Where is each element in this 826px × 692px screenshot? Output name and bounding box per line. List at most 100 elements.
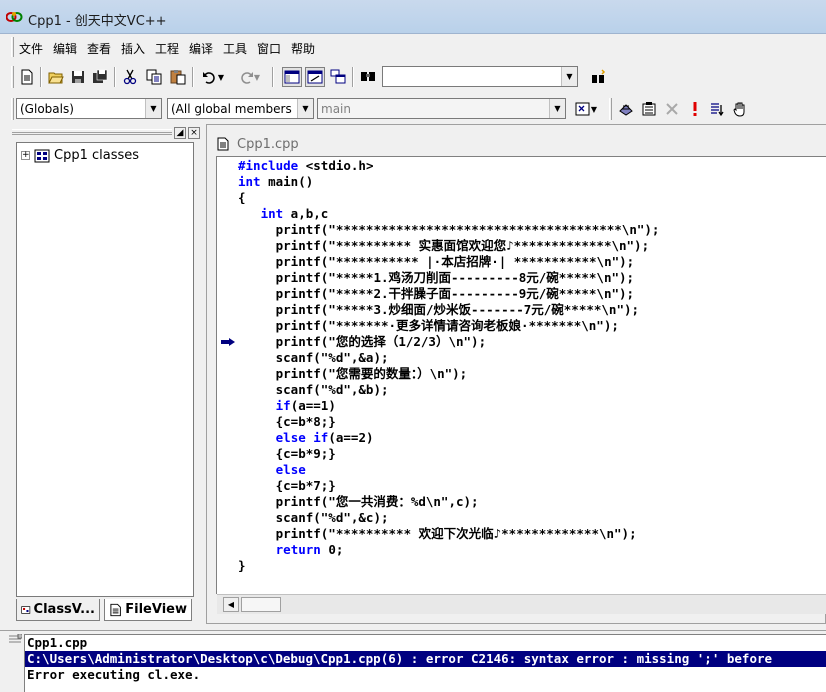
save-button[interactable] [68, 67, 88, 87]
output-window-icon [307, 70, 323, 84]
close-icon: × [190, 128, 198, 138]
scissors-icon [123, 69, 137, 85]
find-combo-dropdown[interactable]: ▼ [561, 67, 577, 86]
paste-clipboard-icon [170, 70, 186, 85]
workspace-header: ◢ × [8, 126, 200, 140]
code-line: scanf("%d",&c); [238, 510, 389, 525]
output-line-selected[interactable]: C:\Users\Administrator\Desktop\c\Debug\C… [25, 651, 826, 667]
undo-button[interactable]: ▼ [198, 67, 228, 87]
workspace-maximize-button[interactable]: ◢ [174, 127, 186, 139]
copy-button[interactable] [144, 67, 164, 87]
find-in-files-button[interactable] [358, 67, 378, 87]
find-button[interactable] [588, 67, 608, 87]
compile-button[interactable] [616, 99, 636, 119]
new-file-icon [21, 69, 33, 85]
class-view-icon [21, 605, 31, 614]
menu-insert[interactable]: 插入 [121, 40, 145, 57]
redo-arrow-icon [241, 72, 253, 84]
tab-classview-label: ClassV... [33, 602, 95, 617]
output-text[interactable]: Cpp1.cpp C:\Users\Administrator\Desktop\c… [24, 634, 826, 692]
scope-combo[interactable]: (Globals) ▼ [16, 98, 162, 119]
build-icon [642, 102, 656, 116]
go-button[interactable] [707, 99, 727, 119]
code-line: {c=b*8;} [238, 414, 336, 429]
new-file-button[interactable] [17, 67, 37, 87]
menu-tools[interactable]: 工具 [223, 40, 247, 57]
find-in-files-icon [361, 72, 375, 81]
code-line: printf("*********** |·本店招牌·| ***********… [238, 254, 635, 269]
workspace-grip[interactable] [12, 129, 172, 135]
code-line: printf("您一共消费：%d\n",c); [238, 494, 479, 509]
editor-window: Cpp1.cpp #include <stdio.h> int main(){ i… [206, 124, 826, 624]
code-line: scanf("%d",&b); [238, 382, 389, 397]
tab-classview[interactable]: ClassV... [16, 599, 100, 621]
cut-button[interactable] [120, 67, 140, 87]
breakpoint-button[interactable] [730, 99, 750, 119]
tab-fileview[interactable]: FileView [104, 599, 192, 621]
menu-file[interactable]: 文件 [19, 40, 43, 57]
menu-edit[interactable]: 编辑 [53, 40, 77, 57]
members-combo[interactable]: (All global members ▼ [167, 98, 314, 119]
stop-build-button[interactable] [662, 99, 682, 119]
toolbar-grip[interactable] [11, 66, 14, 88]
toolbar-grip[interactable] [609, 98, 612, 120]
output-grip-icon[interactable] [8, 634, 22, 644]
scroll-left-button[interactable]: ◀ [223, 597, 239, 612]
chevron-down-icon: ▼ [253, 72, 261, 82]
code-line: printf("*****1.鸡汤刀削面---------8元/碗*****\n… [238, 270, 635, 285]
horizontal-scrollbar[interactable]: ◀ [217, 594, 826, 614]
toolbar-grip[interactable] [11, 98, 14, 120]
editor-file-name: Cpp1.cpp [237, 137, 299, 152]
wizard-toolbar: (Globals) ▼ (All global members ▼ main ▼… [0, 94, 826, 124]
function-combo[interactable]: main ▼ [317, 98, 566, 119]
find-combo[interactable]: ▼ [382, 66, 578, 87]
standard-toolbar: ▼ ▼ ▼ [0, 62, 826, 92]
chevron-down-icon: ▼ [590, 104, 598, 114]
menu-bar: 文件 编辑 查看 插入 工程 编译 工具 窗口 帮助 [0, 34, 826, 60]
menubar-grip[interactable] [11, 37, 14, 57]
go-debug-icon [711, 103, 724, 117]
menu-build[interactable]: 编译 [189, 40, 213, 57]
code-line: else [275, 462, 306, 477]
workspace-close-button[interactable]: × [188, 127, 200, 139]
wizard-actions-button[interactable]: ▼ [568, 99, 604, 119]
workspace-window-icon [284, 70, 300, 84]
menu-view[interactable]: 查看 [87, 40, 111, 57]
code-line: printf("********** 实惠面馆欢迎您♪*************… [238, 238, 650, 253]
expand-plus-icon[interactable]: + [21, 151, 30, 160]
function-combo-dropdown[interactable]: ▼ [549, 99, 565, 118]
output-line[interactable]: Error executing cl.exe. [27, 667, 200, 683]
copy-icon [146, 69, 162, 85]
source-file-icon [217, 137, 229, 151]
window-list-button[interactable] [328, 67, 348, 87]
redo-button[interactable]: ▼ [234, 67, 264, 87]
build-button[interactable] [639, 99, 659, 119]
execute-button[interactable] [685, 99, 705, 119]
paste-button[interactable] [168, 67, 188, 87]
tree-item-root[interactable]: + Cpp1 classes [21, 148, 139, 163]
output-line[interactable]: Cpp1.cpp [27, 635, 87, 651]
chevron-down-icon: ▼ [150, 104, 157, 113]
workspace-toggle-button[interactable] [282, 67, 302, 87]
code-editor[interactable]: #include <stdio.h> int main(){ int a,b,c … [216, 156, 826, 594]
output-toggle-button[interactable] [305, 67, 325, 87]
tab-fileview-label: FileView [125, 602, 187, 617]
scroll-thumb[interactable] [241, 597, 281, 612]
menu-help[interactable]: 帮助 [291, 40, 315, 57]
menu-project[interactable]: 工程 [155, 40, 179, 57]
save-all-button[interactable] [90, 67, 110, 87]
open-button[interactable] [46, 67, 66, 87]
breakpoint-gutter[interactable] [217, 157, 237, 594]
chevron-down-icon: ▼ [217, 72, 225, 82]
hand-icon [733, 102, 745, 117]
scope-combo-dropdown[interactable]: ▼ [145, 99, 161, 118]
menu-window[interactable]: 窗口 [257, 40, 281, 57]
app-logo-icon [6, 12, 23, 22]
members-combo-dropdown[interactable]: ▼ [297, 99, 313, 118]
code-line: printf("*******·更多详情请咨询老板娘·*******\n"); [238, 318, 619, 333]
class-tree: + Cpp1 classes [16, 142, 194, 597]
save-disk-icon [72, 71, 84, 83]
scroll-left-icon: ◀ [227, 600, 235, 609]
wizard-actions-icon [575, 102, 590, 116]
code-line: printf("*****3.炒细面/炒米饭-------7元/碗*****\n… [238, 302, 640, 317]
